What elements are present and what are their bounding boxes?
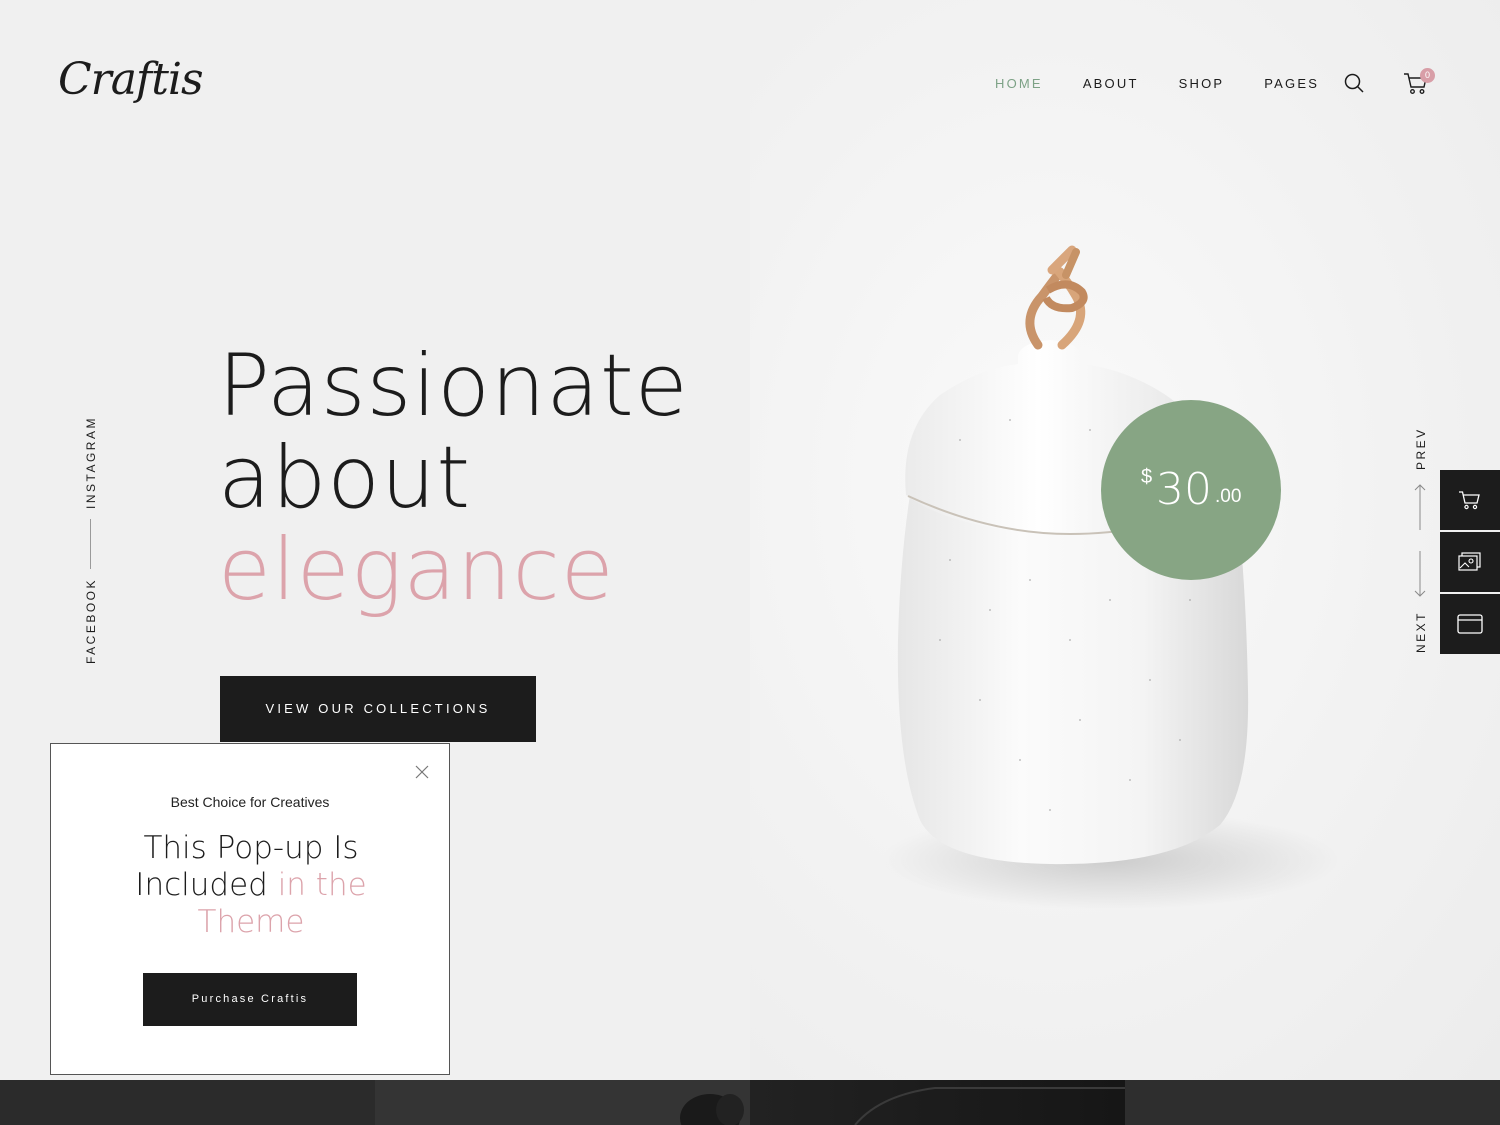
hero-line-accent: elegance <box>218 520 615 620</box>
browser-window-icon <box>1457 614 1483 634</box>
nav-item-home[interactable]: HOME <box>995 76 1043 91</box>
promo-popup: Best Choice for Creatives This Pop-up Is… <box>50 743 450 1075</box>
price-amount: 30 <box>1156 464 1212 515</box>
next-section-preview <box>0 1080 1500 1125</box>
hero-heading: Passionate about elegance <box>218 340 689 616</box>
main-navigation: HOME ABOUT SHOP PAGES <box>995 76 1359 91</box>
dock-cart-button[interactable] <box>1440 470 1500 530</box>
facebook-link[interactable]: FACEBOOK <box>84 578 98 664</box>
social-links: INSTAGRAM FACEBOOK <box>80 415 100 665</box>
nav-item-pages[interactable]: PAGES <box>1264 76 1319 91</box>
search-icon[interactable] <box>1344 73 1364 93</box>
cart-icon <box>1459 491 1480 510</box>
price-cents: .00 <box>1215 486 1242 507</box>
arrow-down-icon[interactable] <box>1414 550 1426 602</box>
next-slide-label[interactable]: NEXT <box>1414 611 1428 653</box>
close-icon[interactable] <box>415 764 429 779</box>
cart-count-badge: 0 <box>1420 68 1435 83</box>
instagram-link[interactable]: INSTAGRAM <box>84 416 98 509</box>
dock-browser-button[interactable] <box>1440 594 1500 654</box>
preview-tile <box>0 1080 375 1125</box>
preview-tile <box>1125 1080 1500 1125</box>
prev-slide-label[interactable]: PREV <box>1414 427 1428 470</box>
view-collections-button[interactable]: VIEW OUR COLLECTIONS <box>220 676 536 742</box>
preview-tile <box>750 1080 1125 1125</box>
dock-gallery-button[interactable] <box>1440 532 1500 592</box>
hero-line-1: Passionate <box>218 336 689 436</box>
purchase-button[interactable]: Purchase Craftis <box>143 973 357 1026</box>
slider-pager: PREV NEXT <box>1410 425 1432 655</box>
nav-item-shop[interactable]: SHOP <box>1179 76 1225 91</box>
popup-heading: This Pop-up Is Included in the Theme <box>111 830 391 941</box>
nav-item-about[interactable]: ABOUT <box>1083 76 1139 91</box>
side-dock <box>1440 470 1500 656</box>
hero-line-2: about <box>218 428 472 528</box>
gallery-icon <box>1458 552 1481 571</box>
social-divider <box>90 519 91 569</box>
popup-subtitle: Best Choice for Creatives <box>170 794 330 810</box>
arrow-up-icon[interactable] <box>1414 483 1426 535</box>
preview-tile <box>375 1080 750 1125</box>
site-logo[interactable]: Craftis <box>58 54 204 105</box>
price-badge: $ 30 .00 <box>1101 400 1281 580</box>
price-currency: $ <box>1141 466 1153 488</box>
